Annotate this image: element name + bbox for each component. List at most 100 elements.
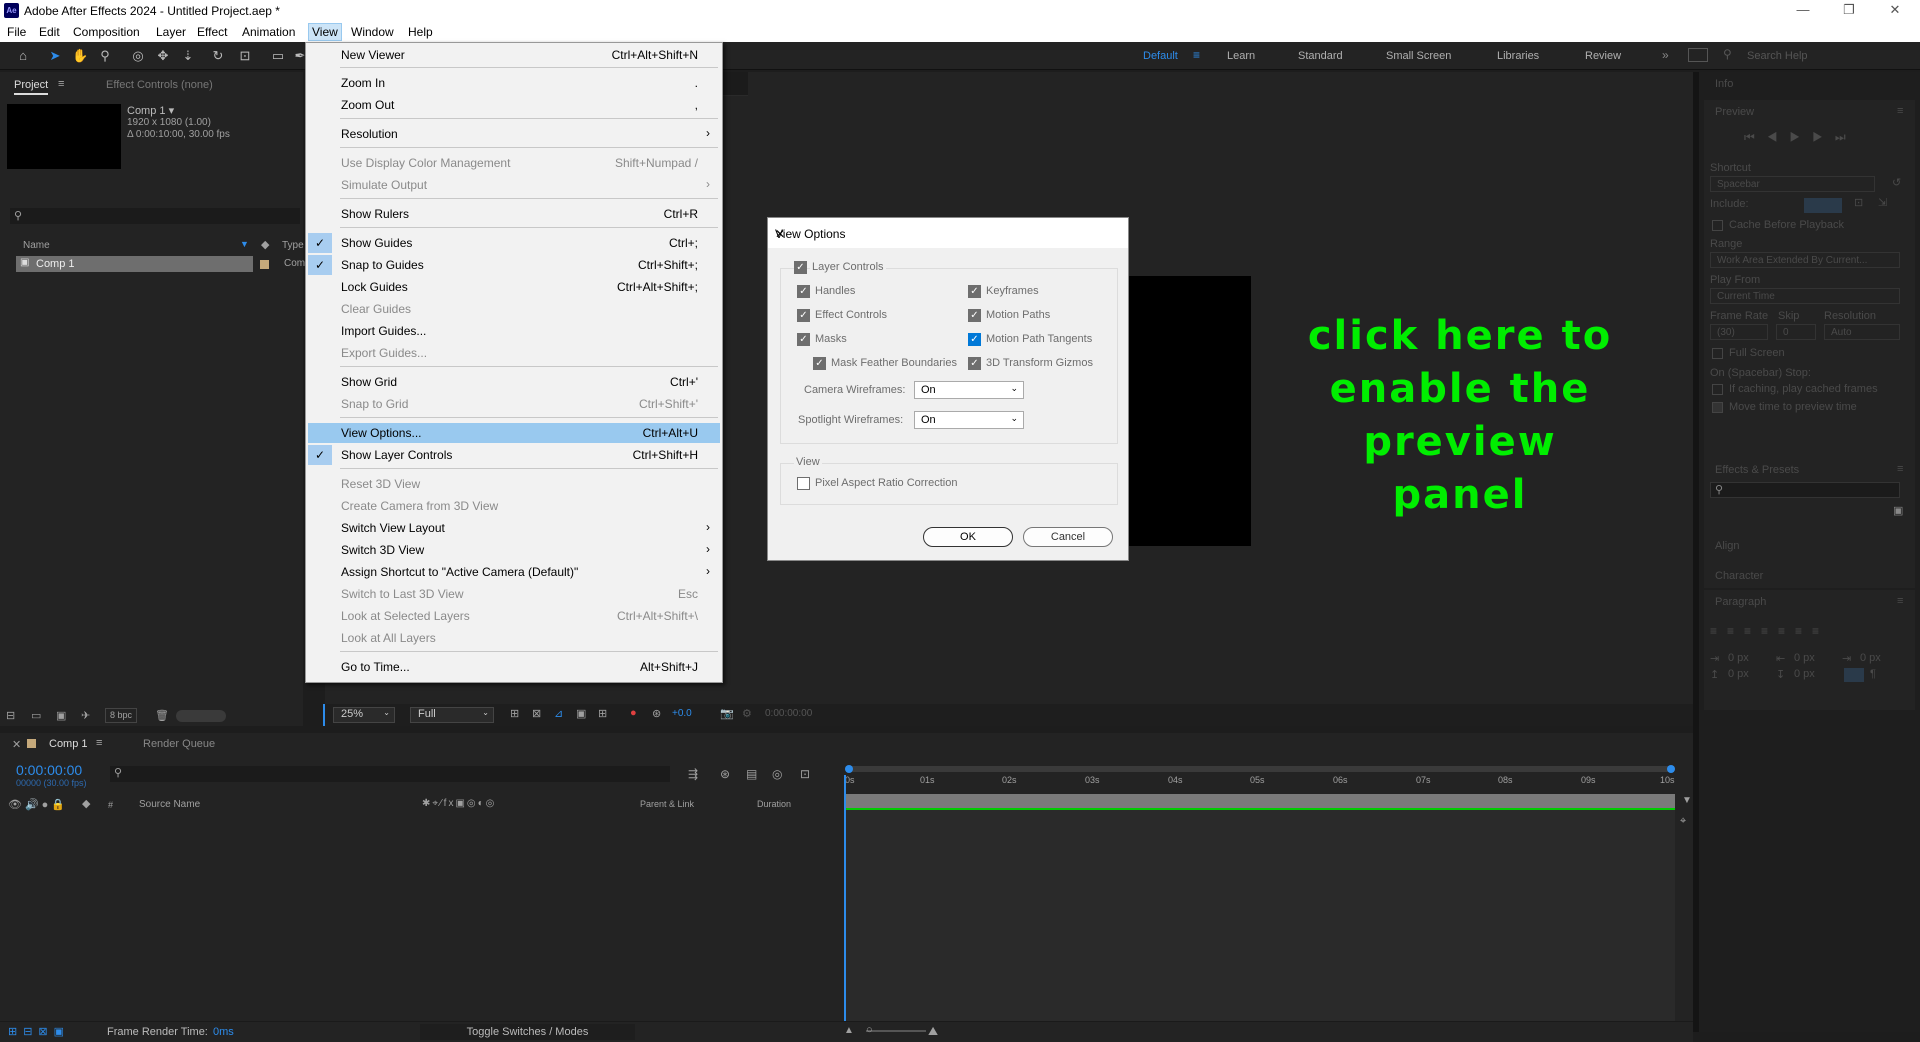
menu-item-view-options[interactable]: View Options... Ctrl+Alt+U xyxy=(308,423,720,443)
playhead[interactable] xyxy=(844,775,846,1035)
paragraph-menu-icon[interactable]: ≡ xyxy=(1897,595,1903,607)
tab-project[interactable]: Project xyxy=(14,79,49,95)
indent-first-value[interactable]: 0 px xyxy=(1794,652,1815,664)
trash-icon[interactable]: 🗑 xyxy=(155,709,169,722)
rectangle-tool-icon[interactable]: ▭ xyxy=(270,48,286,64)
pan-tool-icon[interactable]: ✥ xyxy=(155,48,171,64)
space-before-value[interactable]: 0 px xyxy=(1728,668,1749,680)
minimize-button[interactable]: — xyxy=(1780,0,1826,22)
workspace-learn[interactable]: Learn xyxy=(1227,50,1255,62)
mask-visibility-icon[interactable]: ⊿ xyxy=(554,707,563,720)
zoom-slider-handle[interactable]: ○ xyxy=(866,1024,873,1036)
workspace-small-screen[interactable]: Small Screen xyxy=(1386,50,1451,62)
menu-item-import-guides[interactable]: Import Guides... xyxy=(308,321,720,341)
shortcut-select[interactable]: Spacebar xyxy=(1710,176,1875,192)
work-area-bar[interactable] xyxy=(845,794,1675,808)
align-panel-title[interactable]: Align xyxy=(1715,540,1739,552)
layer-controls-checkbox[interactable]: ✓ xyxy=(794,261,807,274)
preview-menu-icon[interactable]: ≡ xyxy=(1897,105,1903,117)
text-direction-ltr[interactable] xyxy=(1844,668,1864,682)
col-type[interactable]: Type xyxy=(282,240,304,251)
new-folder-icon[interactable]: ▭ xyxy=(31,709,41,722)
sort-icon[interactable]: ▼ xyxy=(240,239,249,249)
project-item-row[interactable]: ▣ Comp 1 xyxy=(16,256,253,272)
hand-tool-icon[interactable]: ✋ xyxy=(72,48,88,64)
dolly-tool-icon[interactable]: ⇣ xyxy=(180,48,196,64)
resolution-select[interactable]: Full ⌄ xyxy=(410,707,494,723)
move-time-checkbox[interactable] xyxy=(1712,402,1723,413)
include-toggles[interactable] xyxy=(1804,198,1842,213)
indent-left-value[interactable]: 0 px xyxy=(1728,652,1749,664)
composition-mini-flowchart-icon[interactable]: ⇶ xyxy=(688,767,698,781)
region-of-interest-icon[interactable]: ▣ xyxy=(576,707,586,720)
add-marker-icon[interactable]: ⌖ xyxy=(1680,815,1686,828)
new-preset-icon[interactable]: ▣ xyxy=(1893,504,1903,517)
current-time-display[interactable]: 0:00:00:00 xyxy=(16,762,82,778)
menu-item-lock-guides[interactable]: Lock Guides Ctrl+Alt+Shift+; xyxy=(308,277,720,297)
maximize-button[interactable]: ❐ xyxy=(1826,0,1872,22)
render-icon[interactable]: ✈ xyxy=(81,709,90,722)
caching-checkbox[interactable] xyxy=(1712,384,1723,395)
timeline-search-input[interactable]: ⚲ xyxy=(110,766,670,782)
navigator-start-handle[interactable] xyxy=(845,765,853,773)
playback-controls[interactable]: ⏮◀▶▶⏭ xyxy=(1744,130,1858,145)
masks-checkbox[interactable]: ✓ xyxy=(797,333,810,346)
tab-comp-1[interactable]: Comp 1 xyxy=(49,738,88,750)
menu-item-assign-shortcut[interactable]: Assign Shortcut to "Active Camera (Defau… xyxy=(308,562,720,582)
menu-edit[interactable]: Edit xyxy=(39,25,60,39)
workspace-menu-icon[interactable]: ≡ xyxy=(1193,48,1200,62)
time-ruler[interactable]: 0s 01s 02s 03s 04s 05s 06s 07s 08s 09s 1… xyxy=(845,775,1675,789)
cancel-button[interactable]: Cancel xyxy=(1023,527,1113,547)
range-select[interactable]: Work Area Extended By Current... xyxy=(1710,252,1900,268)
navigator-end-handle[interactable] xyxy=(1667,765,1675,773)
menu-item-go-to-time[interactable]: Go to Time... Alt+Shift+J xyxy=(308,657,720,677)
zoom-in-icon[interactable]: ⛰ xyxy=(928,1024,938,1039)
channel-icon[interactable]: ● xyxy=(630,707,637,719)
panel-divider[interactable] xyxy=(1693,72,1699,1032)
info-panel-title[interactable]: Info xyxy=(1715,78,1733,90)
reset-exposure-icon[interactable]: ⊛ xyxy=(652,707,661,720)
zoom-slider[interactable] xyxy=(866,1030,926,1032)
ok-button[interactable]: OK xyxy=(923,527,1013,547)
audio-toggle-icon[interactable]: ⇲ xyxy=(1878,196,1887,209)
menu-view[interactable]: View xyxy=(308,23,342,41)
effect-controls-checkbox[interactable]: ✓ xyxy=(797,309,810,322)
indent-right-value[interactable]: 0 px xyxy=(1860,652,1881,664)
selection-tool-icon[interactable]: ➤ xyxy=(47,48,63,64)
workspace-libraries[interactable]: Libraries xyxy=(1497,50,1539,62)
transparency-grid-icon[interactable]: ⊠ xyxy=(532,707,541,720)
thumbnail-slider[interactable] xyxy=(176,710,226,722)
mask-feather-checkbox[interactable]: ✓ xyxy=(813,357,826,370)
zoom-select[interactable]: 25% ⌄ xyxy=(333,707,395,723)
menu-animation[interactable]: Animation xyxy=(242,25,295,39)
bit-depth-button[interactable]: 8 bpc xyxy=(105,708,137,723)
effects-menu-icon[interactable]: ≡ xyxy=(1897,463,1903,475)
comp-button-icon[interactable]: ▼ xyxy=(1682,795,1692,806)
overflow-toggle-icon[interactable]: ⊡ xyxy=(1854,196,1863,209)
close-window-button[interactable]: ✕ xyxy=(1872,0,1918,22)
home-icon[interactable]: ⌂ xyxy=(15,48,31,64)
zoom-out-icon[interactable]: ▲ xyxy=(844,1025,854,1036)
toggle-switches-button[interactable]: Toggle Switches / Modes xyxy=(420,1024,635,1040)
motion-paths-checkbox[interactable]: ✓ xyxy=(968,309,981,322)
panel-toggle-icons[interactable]: ⊞⊟⊠▣ xyxy=(8,1025,70,1038)
rotate-tool-icon[interactable]: ↻ xyxy=(210,48,226,64)
duration-header[interactable]: Duration xyxy=(757,799,791,809)
graph-editor-icon[interactable]: ⊡ xyxy=(800,767,810,781)
more-workspaces-icon[interactable]: » xyxy=(1662,48,1669,62)
draft-3d-icon[interactable]: ⊛ xyxy=(720,767,730,781)
effects-panel-title[interactable]: Effects & Presets xyxy=(1715,464,1799,476)
workspace-review[interactable]: Review xyxy=(1585,50,1621,62)
preview-panel-title[interactable]: Preview xyxy=(1715,106,1754,118)
parent-link-header[interactable]: Parent & Link xyxy=(640,799,694,809)
transform-gizmos-checkbox[interactable]: ✓ xyxy=(968,357,981,370)
label-color-swatch[interactable] xyxy=(260,260,269,269)
orbit-tool-icon[interactable]: ◎ xyxy=(130,48,146,64)
paragraph-panel-title[interactable]: Paragraph xyxy=(1715,596,1766,608)
resolution-preview-select[interactable]: Auto xyxy=(1824,324,1900,340)
menu-item-snap-guides[interactable]: ✓ Snap to Guides Ctrl+Shift+; xyxy=(308,255,720,275)
skip-select[interactable]: 0 xyxy=(1776,324,1816,340)
time-navigator[interactable] xyxy=(845,765,1675,773)
menu-file[interactable]: File xyxy=(7,25,26,39)
snapshot-icon[interactable]: 📷 xyxy=(720,707,734,720)
